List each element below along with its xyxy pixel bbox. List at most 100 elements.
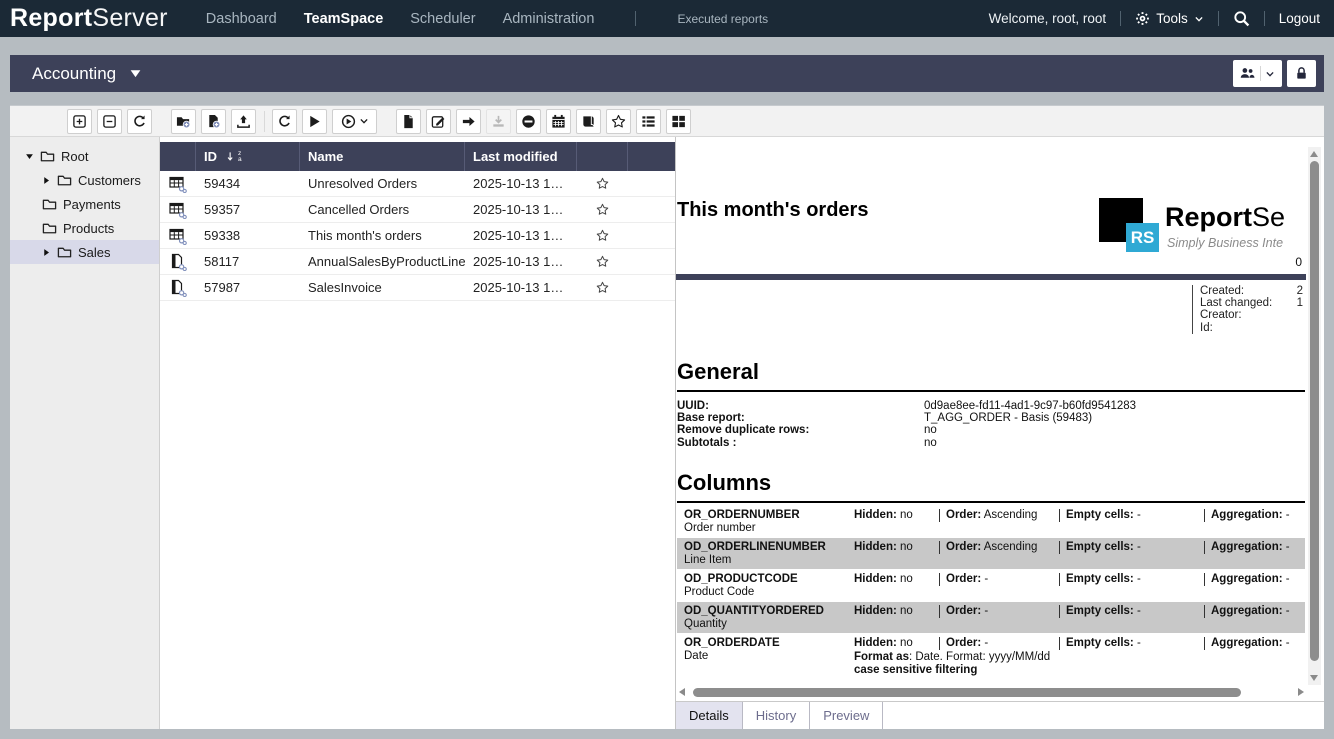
modified-column-header[interactable]: Last modified [465, 142, 577, 171]
toolbar-button[interactable] [396, 109, 421, 134]
vertical-scrollbar[interactable] [1308, 147, 1321, 685]
toolbar-button[interactable] [456, 109, 481, 134]
toolbar-button[interactable] [606, 109, 631, 134]
move-button [456, 109, 481, 134]
favorite-star-icon[interactable] [577, 281, 628, 294]
toolbar-button[interactable] [546, 109, 571, 134]
favorite-star-icon[interactable] [577, 255, 628, 268]
toolbar-button[interactable] [576, 109, 601, 134]
report-id: 59357 [196, 202, 300, 217]
toolbar-button[interactable] [201, 109, 226, 134]
report-id: 59338 [196, 228, 300, 243]
toolbar-button[interactable] [67, 109, 92, 134]
toolbar-button[interactable] [302, 109, 327, 134]
name-column-header[interactable]: Name [300, 142, 465, 171]
expand-tree-button [67, 109, 92, 134]
column-config-list: OR_ORDERNUMBEROrder number Hidden: no Or… [677, 506, 1305, 685]
favorite-star-icon[interactable] [577, 229, 628, 242]
column-alias: Date [684, 650, 854, 663]
favorite-star-icon[interactable] [577, 177, 628, 190]
nav-scheduler[interactable]: Scheduler [410, 11, 475, 27]
teamspace-selector[interactable]: Accounting [32, 64, 142, 84]
nav-dashboard[interactable]: Dashboard [206, 11, 277, 27]
report-id: 57987 [196, 280, 300, 295]
gear-icon [1135, 11, 1150, 26]
users-icon [1240, 66, 1255, 81]
toolbar-button[interactable] [272, 109, 297, 134]
toolbar-button[interactable] [516, 109, 541, 134]
nav-teamspace[interactable]: TeamSpace [304, 11, 384, 27]
tree-item-payments[interactable]: Payments [10, 192, 159, 216]
sort-descending-icon[interactable]: za [226, 151, 242, 163]
id-column-header[interactable]: ID za [196, 142, 300, 171]
import-button [231, 109, 256, 134]
nav-executed-reports[interactable]: Executed reports [677, 12, 768, 26]
tree-item-products[interactable]: Products [10, 216, 159, 240]
tree-item-label: Customers [78, 173, 141, 188]
toolbar-button[interactable] [171, 109, 196, 134]
tab-details[interactable]: Details [676, 702, 743, 729]
toolbar-button[interactable] [97, 109, 122, 134]
favorite-column-header [577, 142, 628, 171]
report-type-icon [160, 227, 196, 245]
columns-heading: Columns [677, 470, 1305, 503]
tree-item-sales[interactable]: Sales [10, 240, 159, 264]
members-button[interactable] [1233, 60, 1282, 87]
toolbar-button[interactable] [636, 109, 661, 134]
expander-icon[interactable] [25, 151, 40, 161]
favorite-star-icon[interactable] [577, 203, 628, 216]
toolbar-button[interactable] [332, 109, 377, 134]
report-row[interactable]: 59338 This month's orders 2025-10-13 1… [160, 223, 675, 249]
report-row[interactable]: 59434 Unresolved Orders 2025-10-13 1… [160, 171, 675, 197]
tree-item-customers[interactable]: Customers [10, 168, 159, 192]
lock-icon [1294, 66, 1309, 81]
toolbar-button[interactable] [231, 109, 256, 134]
chevron-down-icon[interactable] [359, 116, 369, 126]
report-modified: 2025-10-13 1… [465, 254, 577, 269]
toolbar-button[interactable] [666, 109, 691, 134]
tab-history[interactable]: History [743, 702, 810, 729]
horizontal-scrollbar-thumb[interactable] [693, 688, 1241, 697]
logout-button[interactable]: Logout [1279, 11, 1320, 26]
report-row[interactable]: 59357 Cancelled Orders 2025-10-13 1… [160, 197, 675, 223]
logo-text: ReportSe [1165, 202, 1285, 233]
expander-icon[interactable] [42, 247, 57, 257]
document-button [396, 109, 421, 134]
section-divider [676, 274, 1306, 280]
report-modified: 2025-10-13 1… [465, 202, 577, 217]
scroll-down-arrow[interactable] [1310, 675, 1318, 681]
meta-row: Id: [1200, 322, 1306, 334]
field-value: 0d9ae8ee-fd11-4ad1-9c97-b60fd9541283 [924, 400, 1136, 412]
tree-item-root[interactable]: Root [10, 144, 159, 168]
scroll-left-arrow[interactable] [679, 688, 685, 696]
nav-administration[interactable]: Administration [503, 11, 595, 27]
security-button[interactable] [1287, 60, 1316, 87]
name-column-label: Name [308, 149, 343, 164]
logo-tagline: Simply Business Inte [1167, 236, 1283, 250]
vertical-scrollbar-thumb[interactable] [1310, 161, 1319, 661]
toolbar-button[interactable] [127, 109, 152, 134]
toolbar [10, 106, 1324, 137]
chevron-down-icon[interactable] [1194, 14, 1204, 24]
search-button[interactable] [1233, 10, 1250, 27]
toolbar-button[interactable] [486, 109, 511, 134]
details-panel: This month's orders RS ReportSe Simply B… [676, 137, 1324, 729]
scroll-up-arrow[interactable] [1310, 151, 1318, 157]
field-row: Remove duplicate rows:no [677, 424, 1305, 436]
chevron-down-icon[interactable] [129, 67, 142, 80]
report-modified: 2025-10-13 1… [465, 176, 577, 191]
horizontal-scrollbar[interactable] [677, 685, 1306, 699]
tab-preview[interactable]: Preview [810, 702, 883, 729]
reportserver-logo: RS ReportSe Simply Business Inte [1099, 198, 1306, 256]
report-row[interactable]: 57987 SalesInvoice 2025-10-13 1… [160, 275, 675, 301]
report-type-icon [160, 253, 196, 271]
scroll-right-arrow[interactable] [1298, 688, 1304, 696]
meta-label: Created: [1200, 285, 1244, 297]
expander-icon[interactable] [42, 175, 57, 185]
reportserver-logo: ReportServer [10, 4, 168, 33]
schedule-button [546, 109, 571, 134]
toolbar-button[interactable] [426, 109, 451, 134]
tools-button[interactable]: Tools [1135, 11, 1204, 26]
report-row[interactable]: 58117 AnnualSalesByProductLine 2025-10-1… [160, 249, 675, 275]
chevron-down-icon[interactable] [1265, 69, 1275, 79]
